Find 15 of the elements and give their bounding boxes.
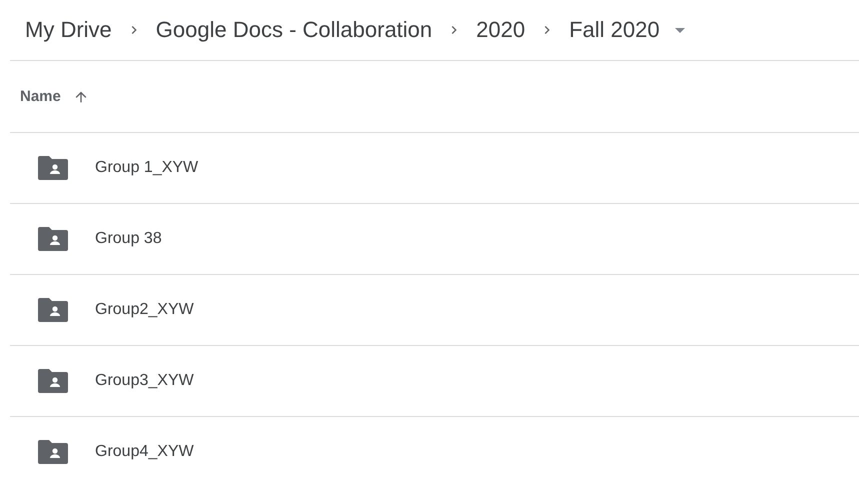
shared-folder-icon [38, 440, 68, 464]
breadcrumb-link[interactable]: My Drive [25, 17, 112, 43]
shared-folder-icon [38, 369, 68, 393]
column-header[interactable]: Name [20, 88, 61, 105]
file-name[interactable]: Group3_XYW [95, 372, 194, 390]
file-name[interactable]: Group 38 [95, 230, 162, 248]
shared-folder-icon [38, 227, 68, 251]
shared-folder-icon [38, 298, 68, 322]
breadcrumb-link[interactable]: Fall 2020 [569, 17, 660, 43]
shared-folder-icon [38, 156, 68, 180]
file-name[interactable]: Group 1_XYW [95, 159, 198, 177]
breadcrumb-link[interactable]: 2020 [476, 17, 526, 43]
breadcrumb-link[interactable]: Google Docs - Collaboration [156, 17, 432, 43]
file-name[interactable]: Group2_XYW [95, 301, 194, 319]
file-name[interactable]: Group4_XYW [95, 443, 194, 461]
